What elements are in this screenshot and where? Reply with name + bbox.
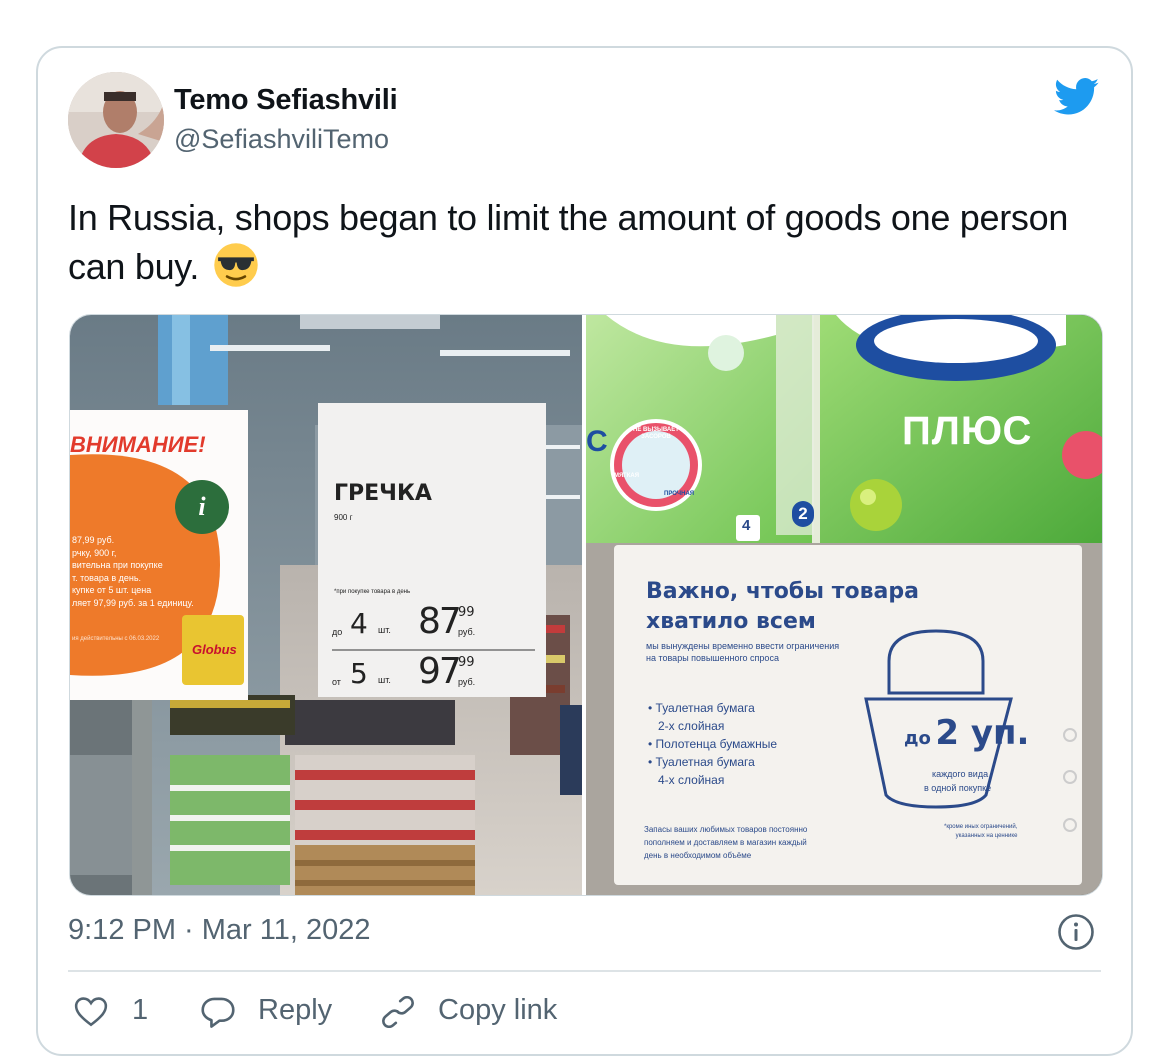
author-name[interactable]: Temo Sefiashvili — [174, 84, 398, 117]
tweet-timestamp[interactable]: 9:12 PM · Mar 11, 2022 — [68, 914, 371, 947]
notice-subtitle-line-2: на товары повышенного спроса — [646, 653, 779, 663]
fine-print: *кроме иных ограничений, указанных на це… — [944, 823, 1017, 841]
product-weight: 900 г — [334, 513, 353, 522]
notice-title-line-1: Важно, чтобы товара — [646, 579, 919, 604]
condition-note: *при покупке товара в день — [334, 589, 411, 595]
tier-prefix: от — [332, 677, 341, 687]
price-tier-1: до 4 шт. 87 99 руб. — [330, 601, 540, 647]
tier-qty: 4 — [350, 607, 368, 640]
warning-line: т. товара в день. — [72, 572, 142, 583]
limit-notice-sign: Важно, чтобы товара хватило всем мы выну… — [614, 545, 1082, 885]
price-tier-2: от 5 шт. 97 99 руб. — [330, 651, 540, 699]
photo-buckwheat-price-sign[interactable]: ВНИМАНИЕ! i 87,99 руб. рчку, 900 г, вите… — [70, 315, 582, 895]
product-name: ГРЕЧКА — [334, 481, 432, 506]
limit-note-1: каждого вида — [932, 769, 989, 779]
package-brand-left: С — [586, 425, 608, 458]
author-handle[interactable]: @SefiashviliTemo — [174, 124, 389, 155]
tier-currency: руб. — [458, 677, 476, 687]
heart-icon — [74, 997, 108, 1027]
footer-line: пополняем и доставляем в магазин каждый — [644, 838, 807, 847]
warning-line: вительна при покупке — [72, 560, 163, 570]
limited-item: • Туалетная бумага — [648, 755, 755, 769]
twitter-bird-icon[interactable] — [1054, 78, 1100, 116]
like-count: 1 — [132, 994, 149, 1026]
fine-print-line: *кроме иных ограничений, — [944, 824, 1018, 830]
notice-footer: Запасы ваших любимых товаров постоянно п… — [644, 823, 807, 862]
tier-unit: шт. — [378, 625, 391, 635]
sunglasses-emoji-icon — [214, 243, 258, 287]
limited-items-list: • Туалетная бумага 2-х слойная • Полотен… — [648, 699, 777, 789]
limit-note-2: в одной покупке — [924, 783, 992, 793]
warning-line: ляет 97,99 руб. за 1 единицу. — [72, 597, 194, 608]
author-avatar[interactable] — [68, 72, 164, 168]
link-icon — [382, 996, 414, 1028]
badge-soft: МЯГКАЯ — [614, 473, 640, 479]
copy-link-label: Copy link — [438, 994, 558, 1026]
actions-divider — [68, 970, 1101, 972]
info-icon[interactable] — [1057, 913, 1095, 951]
store-logo: Globus — [192, 642, 237, 657]
tier-cents: 99 — [458, 605, 475, 620]
badge-no-clog: НЕ ВЫЗЫВАЕТ ЗАСОРОВ — [633, 427, 679, 440]
reply-label: Reply — [258, 994, 333, 1026]
fine-print-line: указанных на ценнике — [955, 833, 1018, 839]
tier-prefix: до — [332, 627, 343, 637]
tier-currency: руб. — [458, 627, 476, 637]
limited-item: 4-х слойная — [658, 773, 725, 787]
limited-item: • Полотенца бумажные — [648, 737, 778, 751]
photo-paper-limit-sign[interactable]: С ПЛЮС НЕ ВЫЗЫВАЕТ ЗАСОРОВ МЯГКАЯ ПРОЧНА… — [586, 315, 1102, 895]
tier-price: 87 — [418, 601, 462, 642]
footer-line: день в необходимом объёме — [644, 851, 752, 860]
limit-amount: 2 уп. — [935, 713, 1030, 753]
tier-price: 97 — [418, 651, 462, 692]
footer-line: Запасы ваших любимых товаров постоянно — [644, 825, 808, 834]
layers-count-left: 4 — [742, 517, 751, 534]
warning-footer: ия действительны с 06.03.2022 — [72, 636, 160, 642]
tier-qty: 5 — [350, 657, 368, 690]
limited-item: • Туалетная бумага — [648, 701, 755, 715]
limited-item: 2-х слойная — [658, 719, 725, 733]
tweet-text: In Russia, shops began to limit the amou… — [68, 194, 1088, 291]
warning-text: 87,99 руб. рчку, 900 г, вительна при пок… — [72, 534, 194, 609]
warning-header: ВНИМАНИЕ! — [70, 432, 206, 457]
warning-line: 87,99 руб. — [72, 535, 115, 545]
badge-strong: ПРОЧНАЯ — [664, 491, 695, 497]
notice-subtitle-line-1: мы вынуждены временно ввести ограничения — [646, 641, 840, 651]
tweet-media[interactable]: ВНИМАНИЕ! i 87,99 руб. рчку, 900 г, вите… — [69, 314, 1103, 896]
price-sign: ГРЕЧКА 900 г *при покупке товара в день … — [318, 403, 546, 697]
info-circle-icon: i — [198, 492, 206, 521]
warning-line: рчку, 900 г, — [72, 547, 117, 558]
notice-title-line-2: хватило всем — [646, 609, 816, 634]
warning-sign: ВНИМАНИЕ! i 87,99 руб. рчку, 900 г, вите… — [70, 410, 248, 700]
layers-count-right: 2 — [792, 501, 814, 527]
warning-line: купке от 5 шт. цена — [72, 585, 152, 595]
package-brand-right: ПЛЮС — [902, 409, 1033, 453]
reply-bubble-icon — [201, 997, 235, 1028]
limit-value: до 2 уп. — [904, 713, 1029, 753]
tier-cents: 99 — [458, 655, 475, 670]
limit-prefix: до — [904, 728, 931, 749]
tier-unit: шт. — [378, 675, 391, 685]
